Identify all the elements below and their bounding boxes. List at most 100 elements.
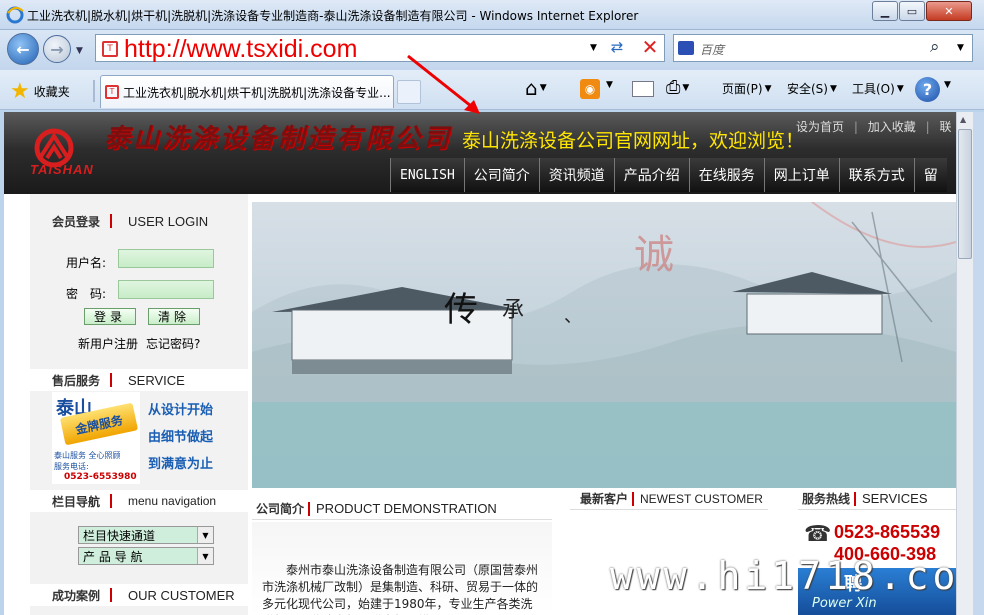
clear-button[interactable]: 清除 (148, 308, 200, 325)
red-divider (110, 588, 113, 602)
username-input[interactable] (118, 249, 214, 268)
stop-icon[interactable]: ✕ (637, 35, 663, 59)
slogan-1: 从设计开始 (148, 403, 214, 418)
left-column: 会员登录 USER LOGIN 用户名: 密 码: 登录 清除 新用户注册 忘记… (30, 194, 248, 615)
main-nav: ENGLISH 公司简介 资讯频道 产品介绍 在线服务 网上订单 联系方式 留 (390, 158, 947, 192)
address-field[interactable]: T http://www.tsxidi.com ▼ (95, 34, 665, 63)
search-box[interactable]: 百度 ⌕ ▼ (673, 34, 973, 62)
nav-products[interactable]: 产品介绍 (613, 158, 689, 192)
nav-contact[interactable]: 联系方式 (838, 158, 914, 192)
feeds-dropdown-icon[interactable]: ▼ (606, 80, 613, 90)
back-button[interactable]: ← (7, 33, 39, 65)
chevron-down-icon: ▼ (197, 548, 213, 564)
password-label: 密 码: (66, 287, 107, 301)
search-placeholder: 百度 (700, 43, 725, 57)
hero-banner[interactable]: 传 承 、 诚 (252, 202, 956, 488)
hotline-header: 服务热线 SERVICES (798, 488, 956, 510)
cases-title-cn: 成功案例 (52, 588, 101, 603)
nav-online-service[interactable]: 在线服务 (688, 158, 764, 192)
product-nav-select[interactable]: 产 品 导 航 ▼ (78, 547, 214, 565)
cases-header: 成功案例 OUR CUSTOMER (30, 584, 248, 606)
password-input[interactable] (118, 280, 214, 299)
vertical-scrollbar[interactable]: ▲ (956, 112, 973, 615)
banner-char-3: 、 (564, 306, 582, 327)
red-divider (308, 501, 311, 516)
page-menu-label: 页面(P) (722, 82, 763, 96)
nav-about[interactable]: 公司简介 (463, 158, 539, 192)
slogan-2: 由细节做起 (148, 430, 214, 445)
back-arrow-icon: ← (16, 39, 30, 59)
address-dropdown-icon[interactable]: ▼ (590, 43, 597, 53)
red-divider (110, 494, 113, 508)
login-title-en: USER LOGIN (128, 213, 209, 229)
recruit-ad-sub: Power Xin (812, 596, 877, 611)
intro-text: 泰州市泰山洗涤设备制造有限公司（原国营泰州市洗涤机械厂改制）是集制造、科研、贸易… (262, 563, 539, 615)
set-homepage-link[interactable]: 设为首页 (796, 120, 844, 134)
column-nav-header: 栏目导航 menu navigation (30, 490, 248, 512)
taishan-logo-icon[interactable] (30, 118, 110, 188)
add-favorite-link[interactable]: 加入收藏 (868, 120, 916, 134)
top-links: 设为首页 | 加入收藏 | 联 (796, 120, 952, 134)
favorites-button[interactable]: ★ 收藏夹 (10, 78, 70, 104)
login-title-cn: 会员登录 (52, 214, 101, 229)
tab-title: 工业洗衣机|脱水机|烘干机|洗脱机|洗涤设备专业... (123, 86, 391, 100)
phone-icon: ☎ (804, 522, 832, 547)
forgot-password-link[interactable]: 忘记密码? (146, 335, 200, 352)
page-menu[interactable]: 页面(P) ▼ (722, 80, 772, 97)
nav-message[interactable]: 留 (913, 158, 947, 192)
refresh-icon[interactable]: ⇄ (604, 38, 630, 60)
cases-title-en: OUR CUSTOMER (128, 587, 235, 603)
page-viewport: TAISHAN 泰山洗涤设备制造有限公司 泰山洗涤设备公司官网网址，欢迎浏览！ … (4, 112, 956, 615)
welcome-banner: 泰山洗涤设备公司官网网址，欢迎浏览！ (462, 130, 805, 152)
badge-phone: 0523-6553980 (64, 472, 137, 482)
hotline-title-cn: 服务热线 (802, 492, 851, 506)
window-frame-right (973, 112, 984, 615)
red-divider (854, 491, 857, 506)
service-title-cn: 售后服务 (52, 373, 101, 388)
forward-button[interactable]: → (43, 35, 71, 63)
company-name: 泰山洗涤设备制造有限公司 (104, 124, 453, 154)
mail-icon[interactable] (632, 81, 654, 97)
safety-menu[interactable]: 安全(S) ▼ (787, 80, 837, 97)
banner-char-1: 传 (444, 290, 478, 330)
scrollbar-thumb[interactable] (958, 129, 972, 259)
nav-english[interactable]: ENGLISH (390, 158, 464, 192)
customers-title-cn: 最新客户 (580, 492, 629, 506)
nav-news[interactable]: 资讯频道 (538, 158, 614, 192)
window-title: 工业洗衣机|脱水机|烘干机|洗脱机|洗涤设备专业制造商-泰山洗涤设备制造有限公司… (27, 9, 639, 23)
nav-online-order[interactable]: 网上订单 (763, 158, 839, 192)
gold-service-badge[interactable]: 泰山 金牌服务 泰山服务 全心照顾 服务电话: 0523-6553980 (52, 392, 140, 484)
help-dropdown-icon[interactable]: ▼ (944, 80, 951, 90)
watermark-text: www.hi1718.com (610, 554, 956, 598)
help-icon[interactable]: ? (915, 77, 940, 102)
tools-menu-label: 工具(O) (852, 82, 895, 96)
banner-side-char: 诚 (634, 232, 674, 278)
baidu-icon (678, 41, 694, 55)
close-button[interactable]: ✕ (926, 1, 972, 21)
print-icon[interactable]: ⎙ ▼ (666, 77, 689, 98)
site-header: TAISHAN 泰山洗涤设备制造有限公司 泰山洗涤设备公司官网网址，欢迎浏览！ … (4, 112, 956, 194)
home-icon[interactable]: ⌂ ▼ (525, 76, 547, 100)
login-button[interactable]: 登录 (84, 308, 136, 325)
minimize-button[interactable]: ▁ (872, 1, 898, 21)
search-icon[interactable]: ⌕ (930, 37, 940, 57)
register-link[interactable]: 新用户注册 (78, 335, 138, 352)
forward-arrow-icon: → (50, 39, 64, 59)
tools-menu[interactable]: 工具(O) ▼ (852, 80, 904, 97)
login-header: 会员登录 USER LOGIN (30, 210, 248, 232)
column-nav-title-cn: 栏目导航 (52, 494, 101, 509)
quick-channel-select[interactable]: 栏目快速通道 ▼ (78, 526, 214, 544)
service-title-en: SERVICE (128, 372, 185, 388)
maximize-button[interactable]: ▭ (899, 1, 925, 21)
scroll-up-icon[interactable]: ▲ (960, 115, 966, 124)
safety-menu-label: 安全(S) (787, 82, 828, 96)
history-dropdown-icon[interactable]: ▼ (76, 46, 83, 56)
username-label: 用户名: (66, 256, 107, 270)
browser-tab[interactable]: T 工业洗衣机|脱水机|烘干机|洗脱机|洗涤设备专业... (100, 75, 394, 108)
address-url[interactable]: http://www.tsxidi.com (124, 35, 357, 63)
site-favicon-icon: T (102, 41, 118, 57)
contact-link-partial[interactable]: 联 (939, 120, 951, 134)
search-dropdown-icon[interactable]: ▼ (957, 43, 964, 53)
column-nav-title-en: menu navigation (128, 494, 217, 508)
rss-feed-icon[interactable]: ◉ (580, 79, 600, 99)
